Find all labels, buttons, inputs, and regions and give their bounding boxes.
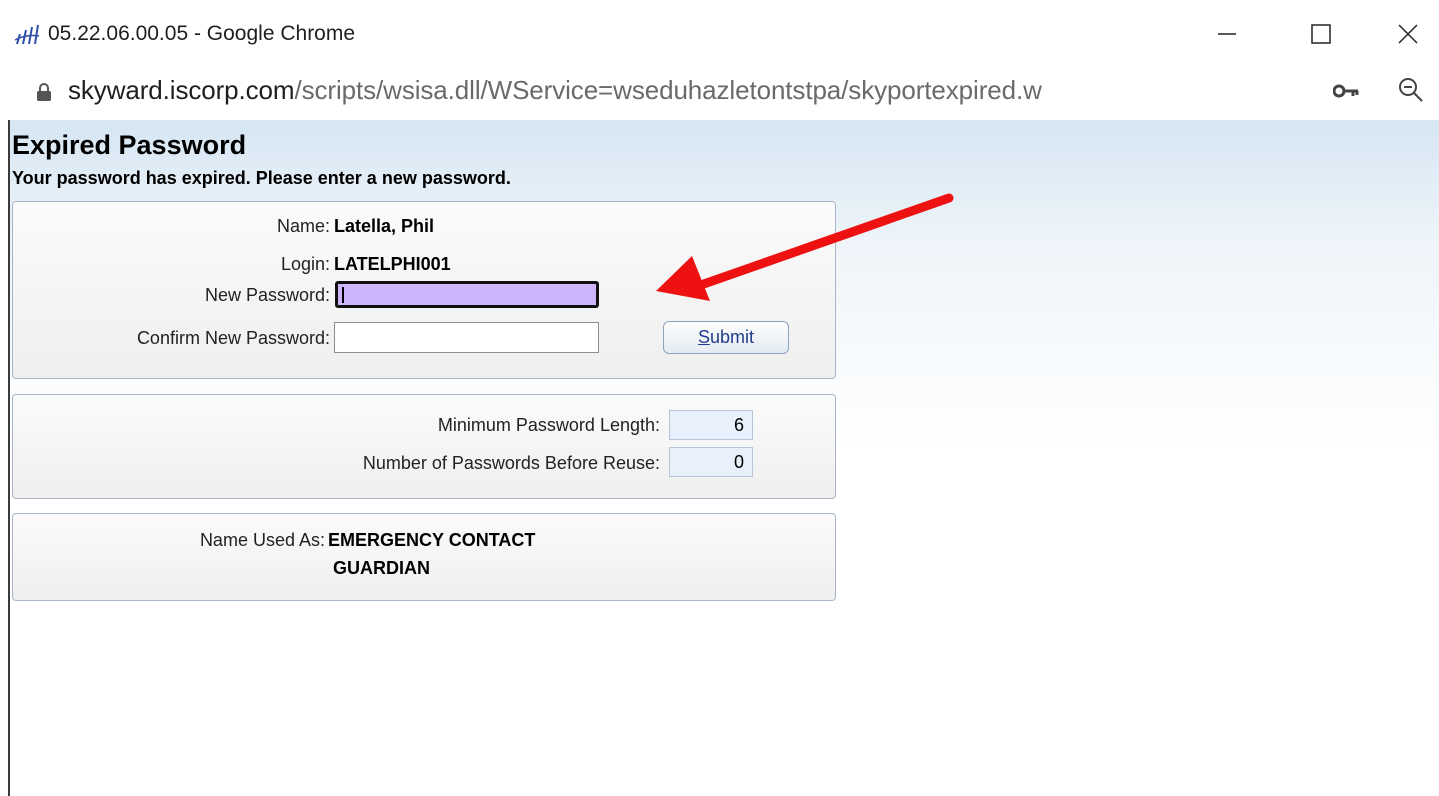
key-icon[interactable] (1333, 83, 1359, 99)
maximize-button[interactable] (1301, 18, 1341, 50)
maximize-icon (1311, 24, 1331, 44)
login-label: Login: (280, 254, 330, 274)
lock-icon[interactable] (36, 82, 52, 102)
new-password-input[interactable] (335, 281, 599, 308)
zoom-out-icon[interactable] (1397, 76, 1425, 104)
confirm-password-input[interactable] (334, 322, 599, 353)
reuse-value: 0 (669, 447, 753, 477)
browser-title-bar: 05.22.06.00.05 - Google Chrome (0, 0, 1439, 66)
window-title: 05.22.06.00.05 - Google Chrome (48, 22, 356, 45)
role-guardian: GUARDIAN (333, 558, 430, 578)
name-usage-panel (12, 513, 836, 601)
url-text[interactable]: skyward.iscorp.com/scripts/wsisa.dll/WSe… (68, 75, 1042, 106)
red-arrow-annotation (656, 193, 954, 301)
submit-label: ubmit (710, 327, 755, 347)
min-length-value: 6 (669, 410, 753, 440)
submit-button[interactable]: Submit (663, 321, 789, 354)
min-length-label: Minimum Password Length: (437, 415, 660, 435)
arrow-head (656, 256, 710, 301)
submit-accesskey: S (697, 327, 710, 347)
login-value: LATELPHI001 (334, 254, 451, 274)
arrow-shaft (693, 193, 954, 291)
skyward-logo-icon (14, 24, 40, 45)
minimize-icon (1218, 33, 1236, 35)
confirm-password-label: Confirm New Password: (136, 328, 330, 348)
url-host: skyward.iscorp.com (68, 75, 295, 105)
reuse-label: Number of Passwords Before Reuse: (362, 453, 660, 473)
minimize-button[interactable] (1207, 18, 1247, 50)
new-password-label: New Password: (204, 285, 330, 305)
text-caret (342, 287, 344, 303)
role-emergency-contact: EMERGENCY CONTACT (328, 530, 536, 550)
name-label: Name: (276, 216, 330, 236)
page-title: Expired Password (12, 130, 247, 160)
close-icon (1398, 24, 1418, 44)
close-window-button[interactable] (1388, 18, 1428, 50)
url-path: /scripts/wsisa.dll/WService=wseduhazleto… (294, 75, 1042, 105)
name-value: Latella, Phil (334, 216, 435, 236)
name-used-as-label: Name Used As: (199, 530, 325, 550)
page-subtitle: Your password has expired. Please enter … (12, 168, 511, 188)
